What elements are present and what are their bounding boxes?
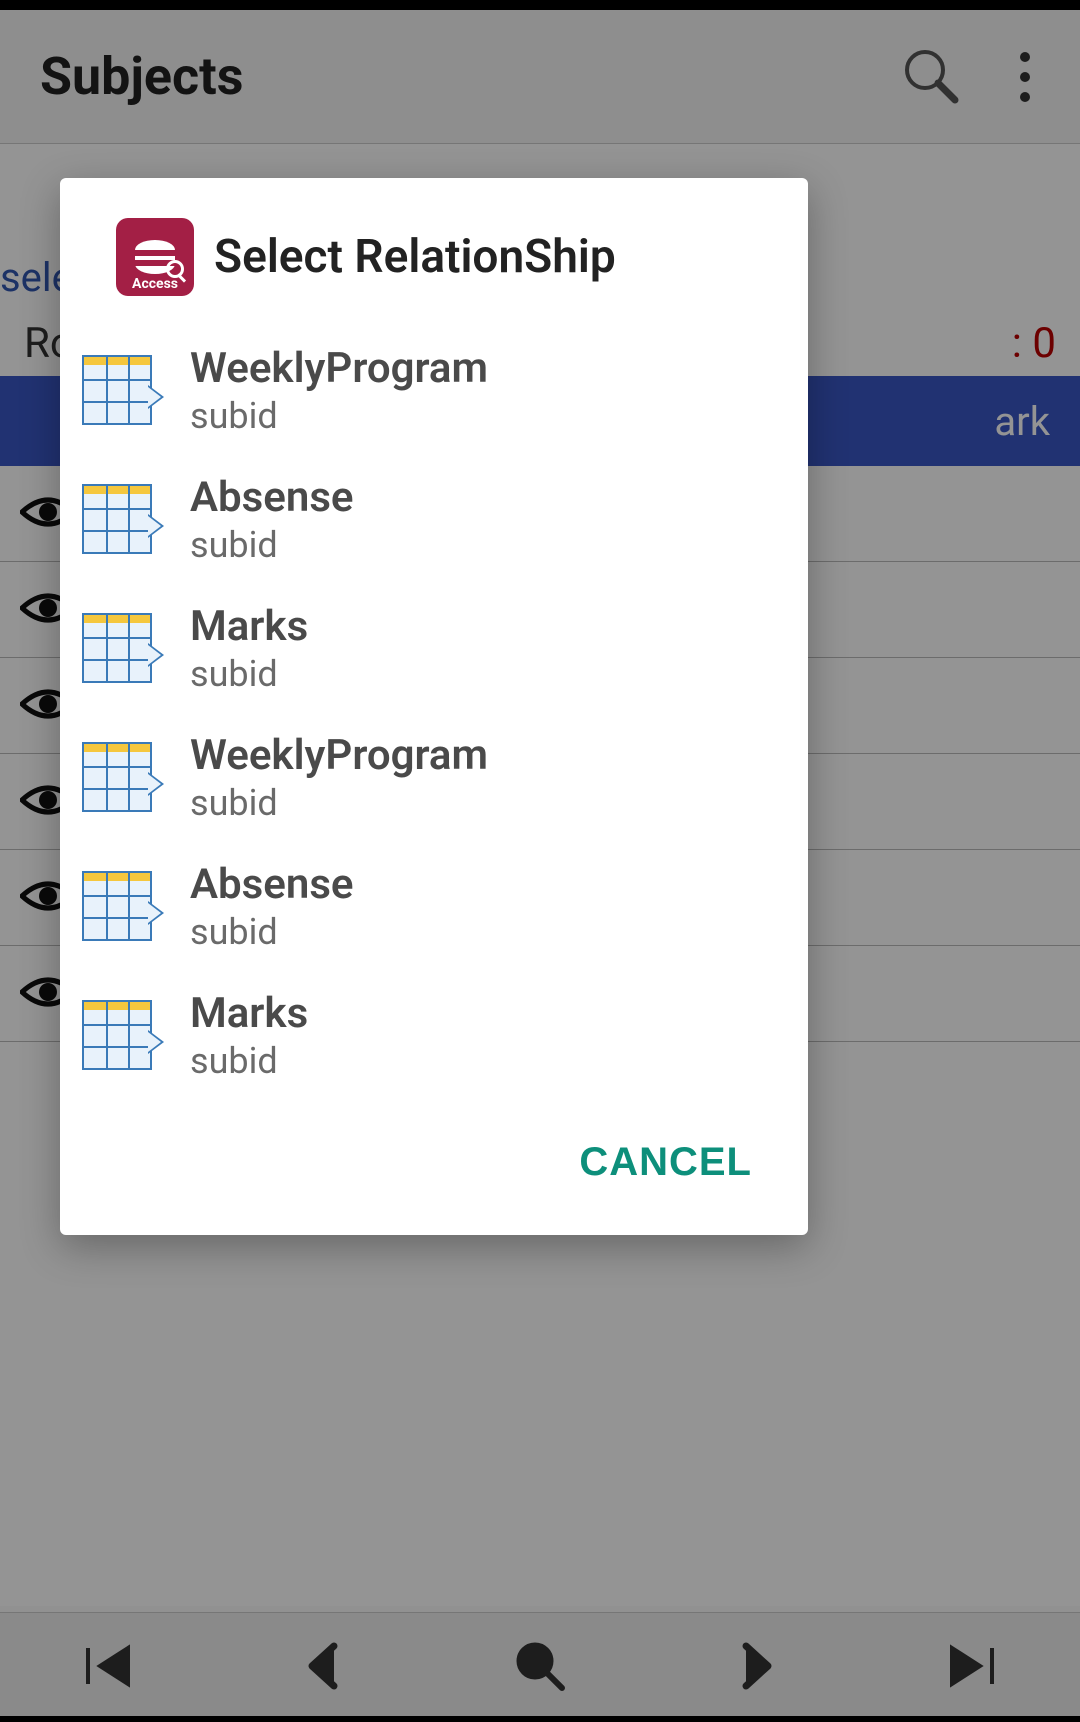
relationship-name: Absense xyxy=(190,860,354,909)
table-link-icon xyxy=(80,867,160,947)
table-link-icon xyxy=(80,609,160,689)
dialog-title: Select RelationShip xyxy=(214,230,616,284)
table-link-icon xyxy=(80,996,160,1076)
select-relationship-dialog: Access Select RelationShip WeeklyProgram… xyxy=(60,178,808,1235)
relationship-field: subid xyxy=(190,395,488,437)
relationship-field: subid xyxy=(190,1040,308,1082)
nav-bar-edge xyxy=(0,1716,1080,1722)
table-link-icon xyxy=(80,351,160,431)
relationship-item[interactable]: WeeklyProgramsubid xyxy=(60,326,808,455)
relationship-item[interactable]: Absensesubid xyxy=(60,455,808,584)
relationship-item[interactable]: Markssubid xyxy=(60,584,808,713)
relationship-field: subid xyxy=(190,653,308,695)
app-icon: Access xyxy=(116,218,194,296)
relationship-field: subid xyxy=(190,782,488,824)
cancel-button[interactable]: CANCEL xyxy=(579,1140,752,1185)
relationship-name: Marks xyxy=(190,989,308,1038)
relationship-item[interactable]: Absensesubid xyxy=(60,842,808,971)
relationship-item[interactable]: WeeklyProgramsubid xyxy=(60,713,808,842)
relationship-field: subid xyxy=(190,911,354,953)
relationship-item[interactable]: Markssubid xyxy=(60,971,808,1100)
table-link-icon xyxy=(80,480,160,560)
table-link-icon xyxy=(80,738,160,818)
relationship-field: subid xyxy=(190,524,354,566)
relationship-list: WeeklyProgramsubidAbsensesubidMarkssubid… xyxy=(60,326,808,1100)
relationship-name: Marks xyxy=(190,602,308,651)
relationship-name: Absense xyxy=(190,473,354,522)
relationship-name: WeeklyProgram xyxy=(190,731,488,780)
relationship-name: WeeklyProgram xyxy=(190,344,488,393)
